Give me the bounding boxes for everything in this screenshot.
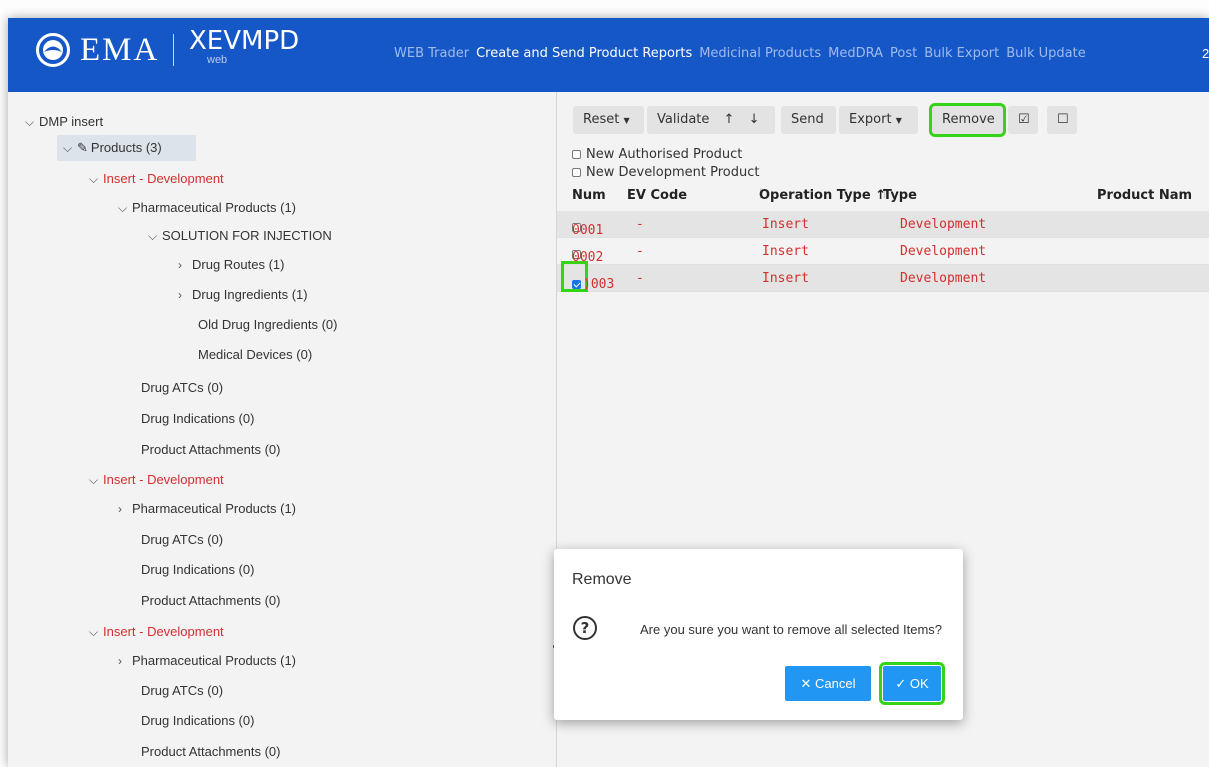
cell-ev-code: - [636, 244, 644, 259]
tree-pharma-3[interactable]: › Pharmaceutical Products (1) [118, 652, 296, 670]
tree-drug-indications-3[interactable]: Drug Indications (0) [141, 712, 254, 730]
table-row-selected[interactable]: )003 - Insert Development [557, 261, 1209, 292]
nav-medicinal-products[interactable]: Medicinal Products [699, 46, 821, 61]
table-header: Num | EV Code | Operation Type ↑ | Type | Pr… [572, 188, 1193, 203]
chevron-down-icon[interactable]: ⌵ [25, 113, 39, 131]
checkbox-icon[interactable] [572, 150, 581, 159]
col-num[interactable]: Num [572, 188, 606, 203]
app-subtitle: web [207, 54, 228, 66]
chevron-down-icon[interactable]: ⌵ [89, 170, 103, 188]
chevron-right-icon[interactable]: › [118, 500, 132, 518]
send-button[interactable]: Send [781, 106, 836, 134]
tree-group-3[interactable]: ⌵ Insert - Development [89, 623, 224, 641]
checked-checkbox-icon[interactable] [572, 280, 581, 289]
logo-divider [173, 34, 174, 66]
chevron-down-icon[interactable]: ⌵ [63, 139, 77, 157]
tree-drug-atcs-3[interactable]: Drug ATCs (0) [141, 682, 223, 700]
app-name: XEVMPD [189, 26, 300, 56]
uncheck-all-button[interactable]: ☐ [1047, 106, 1077, 134]
export-button[interactable]: Export ▼ [839, 106, 918, 134]
tree-pharma-2[interactable]: › Pharmaceutical Products (1) [118, 500, 296, 518]
remove-confirm-dialog: Remove ? Are you sure you want to remove… [554, 549, 963, 720]
ok-button[interactable]: ✓ OK [879, 662, 945, 705]
new-authorised-product[interactable]: New Authorised Product [572, 147, 742, 162]
cell-type: Development [900, 217, 987, 232]
main-nav: WEB Trader Create and Send Product Repor… [394, 46, 1086, 61]
tree-drug-routes[interactable]: › Drug Routes (1) [178, 256, 284, 274]
tree-old-drug-ingredients[interactable]: Old Drug Ingredients (0) [198, 316, 337, 334]
cancel-button[interactable]: ✕ Cancel [785, 666, 871, 701]
dialog-message: Are you sure you want to remove all sele… [640, 622, 943, 637]
dialog-title: Remove [572, 571, 632, 588]
chevron-down-icon[interactable]: ⌵ [148, 227, 162, 245]
validate-button[interactable]: Validate [657, 112, 709, 127]
reset-button[interactable]: Reset ▼ [573, 106, 644, 134]
chevron-right-icon[interactable]: › [178, 286, 192, 304]
checkbox-icon[interactable] [572, 168, 581, 177]
validate-button-group: Validate ↑ ↓ [647, 106, 775, 134]
chevron-right-icon[interactable]: › [178, 256, 192, 274]
ema-logo-text: EMA [80, 32, 160, 68]
remove-button[interactable]: Remove [929, 103, 1006, 137]
new-development-product[interactable]: New Development Product [572, 165, 760, 180]
cell-ev-code: - [636, 271, 644, 286]
nav-post[interactable]: Post [890, 46, 917, 61]
nav-bulk-export[interactable]: Bulk Export [924, 46, 999, 61]
nav-create-send[interactable]: Create and Send Product Reports [476, 46, 692, 61]
cell-operation: Insert [762, 244, 809, 259]
cell-operation: Insert [762, 271, 809, 286]
table-row[interactable]: 0001 - Insert Development [557, 211, 1209, 238]
nav-web-trader[interactable]: WEB Trader [394, 46, 469, 61]
tree-pharma-1[interactable]: ⌵ Pharmaceutical Products (1) [118, 199, 296, 217]
cell-type: Development [900, 244, 987, 259]
question-icon: ? [573, 616, 597, 640]
close-icon: ✕ [800, 676, 812, 691]
tree-product-attachments-2[interactable]: Product Attachments (0) [141, 592, 280, 610]
nav-bulk-update[interactable]: Bulk Update [1006, 46, 1086, 61]
chevron-right-icon[interactable]: › [118, 652, 132, 670]
cell-ev-code: - [636, 217, 644, 232]
cell-operation: Insert [762, 217, 809, 232]
ema-logo-icon [36, 33, 70, 67]
tree-drug-atcs-1[interactable]: Drug ATCs (0) [141, 379, 223, 397]
tree-medical-devices[interactable]: Medical Devices (0) [198, 346, 312, 364]
product-tree: ⌵ DMP insert ⌵ ✎ Products (3) ⌵ Insert - Dev… [8, 92, 556, 767]
tree-dosage-form[interactable]: ⌵ SOLUTION FOR INJECTION [148, 227, 332, 245]
tree-group-1[interactable]: ⌵ Insert - Development [89, 170, 224, 188]
cell-type: Development [900, 271, 987, 286]
chevron-down-icon[interactable]: ⌵ [118, 199, 132, 217]
check-icon: ✓ [895, 676, 907, 691]
nav-meddra[interactable]: MedDRA [828, 46, 883, 61]
tree-group-2[interactable]: ⌵ Insert - Development [89, 471, 224, 489]
tree-drug-ingredients[interactable]: › Drug Ingredients (1) [178, 286, 308, 304]
caret-down-icon: ▼ [895, 116, 902, 125]
move-up-button[interactable]: ↑ [724, 112, 735, 127]
chevron-down-icon[interactable]: ⌵ [89, 471, 103, 489]
row-checkbox[interactable]: )003 [572, 271, 614, 292]
tree-drug-indications-2[interactable]: Drug Indications (0) [141, 561, 254, 579]
table-row[interactable]: 0002 - Insert Development [557, 238, 1209, 265]
app-window: EMA XEVMPD web WEB Trader Create and Sen… [8, 18, 1209, 767]
top-header: EMA XEVMPD web WEB Trader Create and Sen… [8, 18, 1209, 92]
tree-products[interactable]: ⌵ ✎ Products (3) [63, 139, 162, 157]
tree-drug-atcs-2[interactable]: Drug ATCs (0) [141, 531, 223, 549]
nav-more[interactable]: 2 [1202, 46, 1209, 61]
move-down-button[interactable]: ↓ [749, 112, 760, 127]
tree-product-attachments-3[interactable]: Product Attachments (0) [141, 743, 280, 761]
tree-drug-indications-1[interactable]: Drug Indications (0) [141, 410, 254, 428]
chevron-down-icon[interactable]: ⌵ [89, 623, 103, 641]
caret-down-icon: ▼ [623, 116, 630, 125]
tree-root[interactable]: ⌵ DMP insert [25, 113, 103, 131]
check-all-button[interactable]: ☑ [1008, 106, 1038, 134]
pencil-icon: ✎ [77, 140, 88, 155]
tree-product-attachments-1[interactable]: Product Attachments (0) [141, 441, 280, 459]
